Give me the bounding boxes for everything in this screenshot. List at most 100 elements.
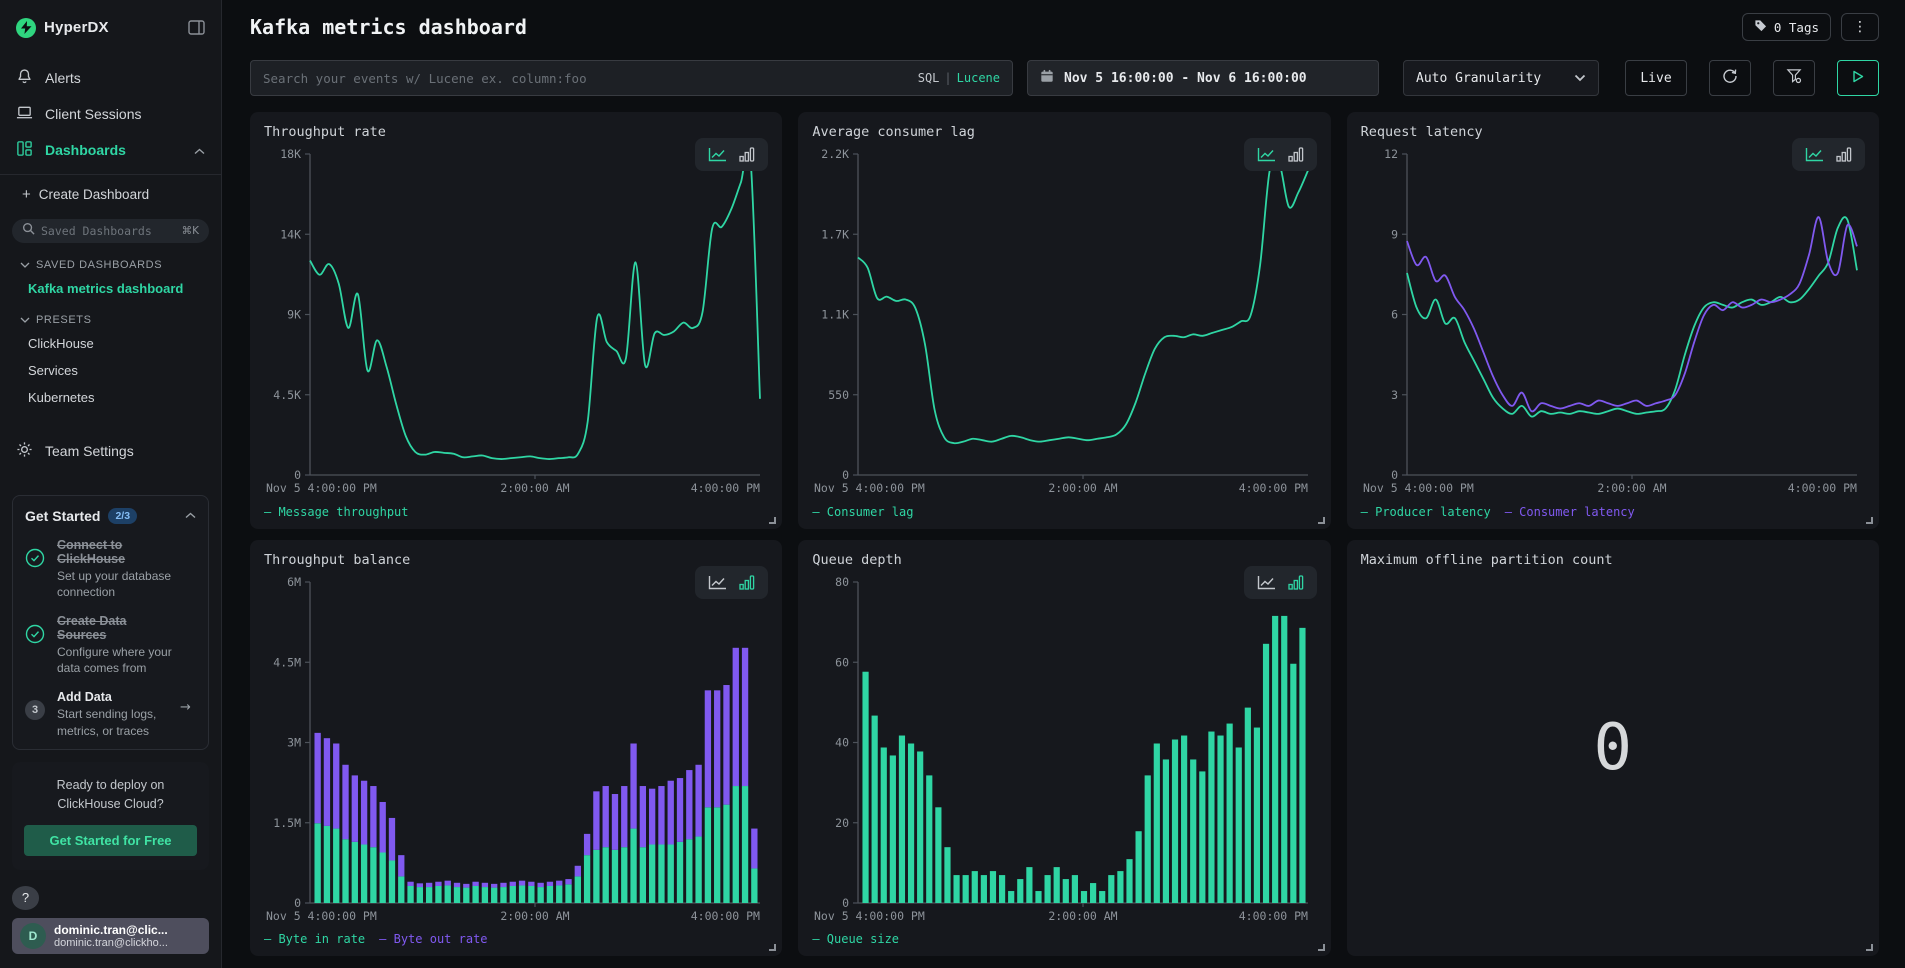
- chart-panel-queue-depth: Queue depth 020406080Nov 5 4:00:00 PM2:0…: [798, 540, 1330, 957]
- resize-handle[interactable]: [769, 944, 776, 951]
- line-chart-toggle-icon[interactable]: [1257, 147, 1276, 162]
- get-started-step[interactable]: Connect to ClickHouse Set up your databa…: [25, 538, 196, 600]
- saved-dashboards-search-input[interactable]: [41, 224, 176, 238]
- run-query-button[interactable]: [1837, 60, 1879, 96]
- sidebar-item-team-settings[interactable]: Team Settings: [0, 433, 221, 469]
- date-range-picker[interactable]: Nov 5 16:00:00 - Nov 6 16:00:00: [1027, 60, 1379, 96]
- bar-stack-segment: [398, 855, 404, 876]
- sidebar-item-kafka-dashboard[interactable]: Kafka metrics dashboard: [0, 275, 221, 302]
- bar: [1136, 831, 1142, 903]
- bar: [723, 804, 729, 902]
- granularity-select[interactable]: Auto Granularity: [1403, 60, 1599, 96]
- svg-text:4:00:00 PM: 4:00:00 PM: [691, 481, 760, 495]
- bar: [1218, 735, 1224, 902]
- presets-section-toggle[interactable]: PRESETS: [0, 302, 221, 330]
- svg-text:2:00:00 AM: 2:00:00 AM: [1049, 481, 1118, 495]
- chevron-up-icon[interactable]: [185, 512, 196, 519]
- bar: [1172, 739, 1178, 902]
- bar-chart-toggle-icon[interactable]: [739, 575, 755, 590]
- refresh-button[interactable]: [1709, 60, 1751, 96]
- sidebar-item-alerts[interactable]: Alerts: [0, 60, 221, 96]
- bar-stack-segment: [686, 770, 692, 839]
- bar: [695, 836, 701, 902]
- bar-stack-segment: [677, 778, 683, 842]
- event-search[interactable]: SQL|Lucene: [250, 60, 1013, 96]
- bar-stack-segment: [630, 743, 636, 828]
- sidebar-item-services[interactable]: Services: [0, 357, 221, 384]
- chart-axes: 020406080Nov 5 4:00:00 PM2:00:00 AM4:00:…: [814, 575, 1308, 923]
- bar: [1254, 727, 1260, 902]
- resize-handle[interactable]: [769, 517, 776, 524]
- resize-handle[interactable]: [1318, 944, 1325, 951]
- bar-chart-toggle-icon[interactable]: [739, 147, 755, 162]
- line-chart-toggle-icon[interactable]: [708, 575, 727, 590]
- user-menu[interactable]: D dominic.tran@clic... dominic.tran@clic…: [12, 918, 209, 954]
- bar-stack-segment: [361, 780, 367, 844]
- bar: [881, 747, 887, 903]
- bar: [1272, 615, 1278, 902]
- bar-stack-segment: [445, 880, 451, 885]
- saved-dashboards-search[interactable]: ⌘K: [12, 219, 209, 242]
- deploy-text: Ready to deploy on ClickHouse Cloud?: [24, 776, 197, 814]
- bar: [482, 887, 488, 903]
- bar-stack-segment: [714, 690, 720, 807]
- arrow-right-icon: →: [180, 690, 196, 738]
- page-title: Kafka metrics dashboard: [250, 15, 527, 39]
- sidebar-nav: Alerts Client Sessions Dashboards: [0, 60, 221, 168]
- brand-name: HyperDX: [44, 19, 109, 36]
- line-series: [1407, 217, 1857, 411]
- deploy-card: Ready to deploy on ClickHouse Cloud? Get…: [12, 762, 209, 871]
- chart-canvas: 04.5K9K14K18KNov 5 4:00:00 PM2:00:00 AM4…: [264, 140, 768, 501]
- sidebar-item-kubernetes[interactable]: Kubernetes: [0, 384, 221, 411]
- tags-button[interactable]: 0 Tags: [1742, 13, 1831, 41]
- bar-chart-toggle-icon[interactable]: [1288, 575, 1304, 590]
- help-button[interactable]: ?: [12, 886, 39, 909]
- bar-chart-toggle-icon[interactable]: [1288, 147, 1304, 162]
- saved-dashboards-section-toggle[interactable]: SAVED DASHBOARDS: [0, 247, 221, 275]
- bar: [1036, 891, 1042, 903]
- bar: [361, 844, 367, 902]
- lucene-mode-toggle[interactable]: Lucene: [957, 71, 1000, 85]
- get-started-step[interactable]: Create Data Sources Configure where your…: [25, 614, 196, 676]
- svg-text:4:00:00 PM: 4:00:00 PM: [691, 909, 760, 923]
- chevron-up-icon[interactable]: [194, 142, 205, 158]
- bar: [658, 844, 664, 902]
- svg-text:0: 0: [294, 896, 301, 910]
- line-chart-toggle-icon[interactable]: [1257, 575, 1276, 590]
- sidebar-item-label: Team Settings: [45, 443, 134, 459]
- line-chart-toggle-icon[interactable]: [1805, 147, 1824, 162]
- create-dashboard-button[interactable]: + Create Dashboard: [0, 174, 221, 207]
- chart-title: Queue depth: [812, 552, 1316, 568]
- sidebar-item-client-sessions[interactable]: Client Sessions: [0, 96, 221, 132]
- bar: [963, 875, 969, 903]
- sidebar-collapse-icon[interactable]: [188, 20, 205, 35]
- event-search-input[interactable]: [263, 71, 908, 86]
- bar-chart-toggle-icon[interactable]: [1836, 147, 1852, 162]
- bar-stack-segment: [370, 786, 376, 847]
- bar: [1190, 759, 1196, 903]
- bar: [333, 828, 339, 902]
- sidebar-item-clickhouse[interactable]: ClickHouse: [0, 330, 221, 357]
- svg-text:6M: 6M: [287, 575, 301, 589]
- resize-handle[interactable]: [1866, 944, 1873, 951]
- live-button[interactable]: Live: [1625, 60, 1687, 96]
- svg-text:14K: 14K: [280, 227, 301, 241]
- bar-stack-segment: [603, 786, 609, 847]
- sql-mode-toggle[interactable]: SQL: [918, 71, 940, 85]
- filter-button[interactable]: [1773, 60, 1815, 96]
- resize-handle[interactable]: [1318, 517, 1325, 524]
- bar: [510, 885, 516, 902]
- brand[interactable]: HyperDX: [16, 18, 109, 38]
- line-chart-toggle-icon[interactable]: [708, 147, 727, 162]
- bar-stack-segment: [751, 828, 757, 868]
- bar: [1018, 879, 1024, 903]
- svg-text:4.5M: 4.5M: [273, 655, 301, 669]
- bar-stack-segment: [435, 881, 441, 885]
- get-started-step[interactable]: 3 Add Data Start sending logs, metrics, …: [25, 690, 196, 738]
- more-menu-button[interactable]: ⋮: [1841, 13, 1879, 41]
- sidebar-item-dashboards[interactable]: Dashboards: [0, 132, 221, 168]
- resize-handle[interactable]: [1866, 517, 1873, 524]
- get-started-free-button[interactable]: Get Started for Free: [24, 825, 197, 856]
- bar: [547, 885, 553, 902]
- bar: [872, 715, 878, 902]
